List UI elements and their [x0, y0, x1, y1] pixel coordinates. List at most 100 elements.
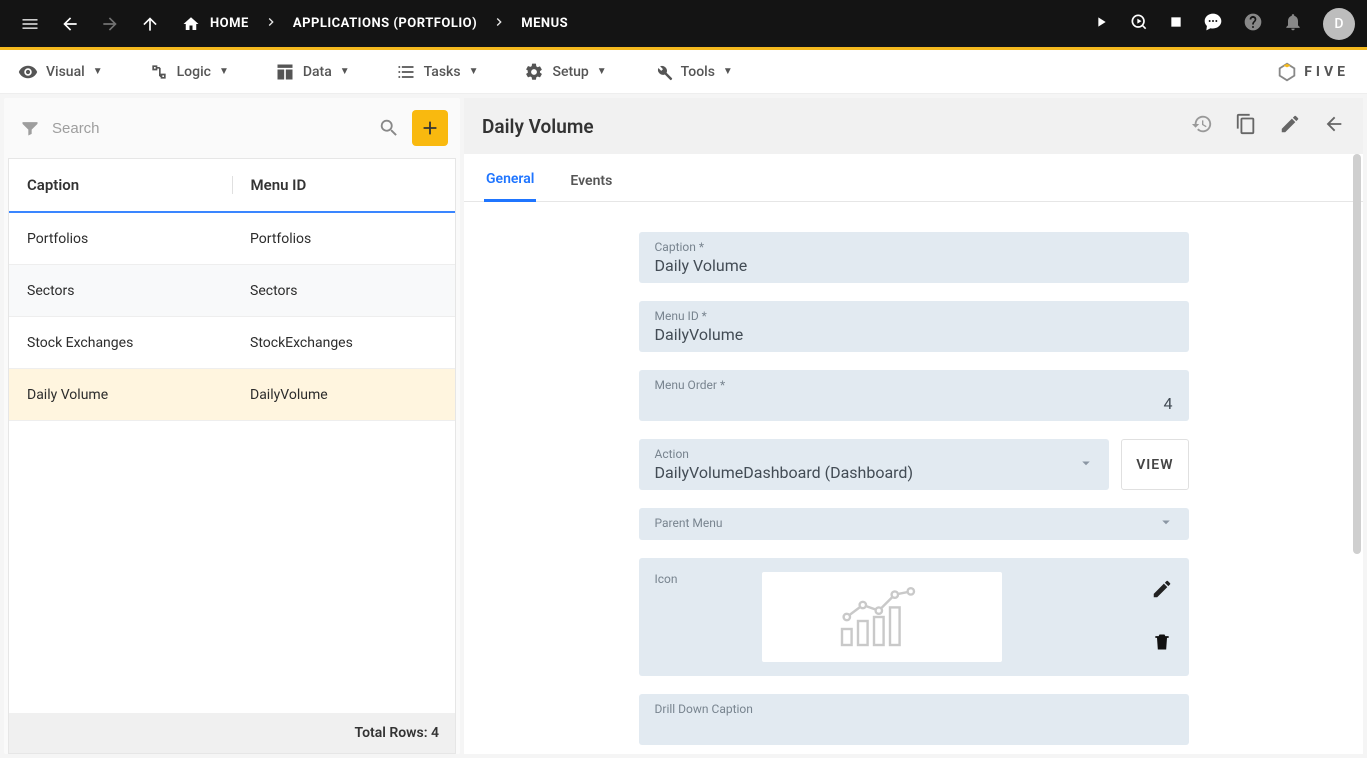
- breadcrumb-home[interactable]: HOME: [172, 15, 259, 33]
- field-label: Caption *: [655, 240, 1173, 254]
- cell-caption: Portfolios: [9, 231, 232, 247]
- drilldown-field[interactable]: Drill Down Caption: [639, 694, 1189, 745]
- chevron-down-icon: [1157, 513, 1175, 535]
- grid-footer: Total Rows: 4: [9, 713, 455, 753]
- cell-caption: Stock Exchanges: [9, 335, 232, 351]
- col-header-menuid[interactable]: Menu ID: [233, 176, 456, 194]
- menubar-data[interactable]: Data▼: [275, 62, 350, 82]
- detail-tabs: General Events: [464, 154, 1363, 202]
- view-button-label: VIEW: [1136, 457, 1173, 473]
- field-value: 4: [655, 394, 1173, 413]
- breadcrumb-menus[interactable]: MENUS: [511, 16, 578, 31]
- table-row[interactable]: Portfolios Portfolios: [9, 213, 455, 265]
- add-button[interactable]: [412, 110, 448, 146]
- chevron-right-icon: [263, 14, 279, 34]
- brand-text: FIVE: [1304, 64, 1349, 80]
- menubar-tasks[interactable]: Tasks▼: [396, 62, 479, 82]
- parentmenu-field[interactable]: Parent Menu: [639, 508, 1189, 540]
- grid-body: Portfolios Portfolios Sectors Sectors St…: [9, 213, 455, 713]
- breadcrumb-home-label: HOME: [210, 16, 249, 31]
- dashboard-chart-icon: [834, 583, 930, 651]
- menubar-logic-label: Logic: [177, 64, 211, 80]
- history-icon[interactable]: [1191, 113, 1213, 139]
- menubar-setup[interactable]: Setup▼: [524, 62, 606, 82]
- list-panel: Caption Menu ID Portfolios Portfolios Se…: [4, 98, 460, 754]
- tab-general[interactable]: General: [484, 159, 536, 202]
- field-label: Parent Menu: [655, 516, 1173, 530]
- play-icon[interactable]: [1093, 14, 1109, 34]
- filter-icon[interactable]: [20, 118, 40, 138]
- field-value: [655, 718, 1173, 737]
- chat-icon[interactable]: [1203, 12, 1223, 36]
- menubar-tools[interactable]: Tools▼: [653, 62, 733, 82]
- bell-icon[interactable]: [1283, 12, 1303, 36]
- copy-icon[interactable]: [1235, 113, 1257, 139]
- delete-icon[interactable]: [1152, 632, 1172, 656]
- avatar-letter: D: [1334, 16, 1343, 32]
- cell-caption: Sectors: [9, 283, 232, 299]
- menubar-logic[interactable]: Logic▼: [149, 62, 229, 82]
- caption-field[interactable]: Caption * Daily Volume: [639, 232, 1189, 283]
- form-area: Caption * Daily Volume Menu ID * DailyVo…: [464, 202, 1363, 754]
- up-arrow-icon[interactable]: [132, 6, 168, 42]
- chevron-right-icon: [491, 14, 507, 34]
- field-label: Drill Down Caption: [655, 702, 1173, 716]
- cell-menuid: Sectors: [232, 283, 455, 299]
- page-title: Daily Volume: [482, 115, 594, 138]
- tab-events[interactable]: Events: [568, 161, 614, 201]
- menubar-tools-label: Tools: [681, 64, 715, 80]
- col-header-caption[interactable]: Caption: [9, 176, 233, 194]
- detail-header: Daily Volume: [464, 98, 1363, 154]
- cell-menuid: DailyVolume: [232, 387, 455, 403]
- scrollbar[interactable]: [1353, 154, 1361, 554]
- menu-grid: Caption Menu ID Portfolios Portfolios Se…: [8, 158, 456, 754]
- menubar-setup-label: Setup: [552, 64, 588, 80]
- icon-preview: [762, 572, 1002, 662]
- menubar-tasks-label: Tasks: [424, 64, 461, 80]
- field-value: DailyVolume: [655, 325, 1173, 344]
- avatar[interactable]: D: [1323, 8, 1355, 40]
- search-input[interactable]: [52, 120, 366, 137]
- menuid-field[interactable]: Menu ID * DailyVolume: [639, 301, 1189, 352]
- grid-header: Caption Menu ID: [9, 159, 455, 213]
- menubar-visual-label: Visual: [46, 64, 85, 80]
- field-label: Icon: [655, 572, 678, 586]
- edit-icon[interactable]: [1151, 578, 1173, 604]
- detail-panel: Daily Volume General Events Caption * Da…: [464, 98, 1363, 754]
- table-row[interactable]: Stock Exchanges StockExchanges: [9, 317, 455, 369]
- menubar-data-label: Data: [303, 64, 332, 80]
- top-nav-bar: HOME APPLICATIONS (PORTFOLIO) MENUS D: [0, 0, 1367, 47]
- view-button[interactable]: VIEW: [1121, 439, 1188, 490]
- search-icon[interactable]: [378, 117, 400, 139]
- chevron-down-icon: [1077, 454, 1095, 476]
- breadcrumb-applications-label: APPLICATIONS (PORTFOLIO): [293, 16, 477, 31]
- menuorder-field[interactable]: Menu Order * 4: [639, 370, 1189, 421]
- hamburger-icon[interactable]: [12, 6, 48, 42]
- cell-caption: Daily Volume: [9, 387, 232, 403]
- field-label: Menu ID *: [655, 309, 1173, 323]
- back-arrow-icon[interactable]: [52, 6, 88, 42]
- footer-label: Total Rows:: [355, 725, 428, 741]
- icon-field[interactable]: Icon: [639, 558, 1189, 676]
- search-row: [4, 98, 460, 158]
- brand-glyph-icon: [1276, 61, 1298, 83]
- brand-logo: FIVE: [1276, 61, 1349, 83]
- cell-menuid: StockExchanges: [232, 335, 455, 351]
- field-value: Daily Volume: [655, 256, 1173, 275]
- section-menubar: Visual▼ Logic▼ Data▼ Tasks▼ Setup▼ Tools…: [0, 50, 1367, 94]
- cell-menuid: Portfolios: [232, 231, 455, 247]
- workspace: Caption Menu ID Portfolios Portfolios Se…: [0, 94, 1367, 758]
- field-label: Menu Order *: [655, 378, 1173, 392]
- menubar-visual[interactable]: Visual▼: [18, 62, 103, 82]
- stop-icon[interactable]: [1169, 15, 1183, 33]
- table-row[interactable]: Sectors Sectors: [9, 265, 455, 317]
- breadcrumb-menus-label: MENUS: [521, 16, 568, 31]
- help-icon[interactable]: [1243, 12, 1263, 36]
- action-field[interactable]: Action DailyVolumeDashboard (Dashboard): [639, 439, 1110, 490]
- breadcrumb-applications[interactable]: APPLICATIONS (PORTFOLIO): [283, 16, 487, 31]
- forward-arrow-icon: [92, 6, 128, 42]
- back-icon[interactable]: [1323, 113, 1345, 139]
- edit-icon[interactable]: [1279, 113, 1301, 139]
- inspect-icon[interactable]: [1129, 12, 1149, 36]
- table-row[interactable]: Daily Volume DailyVolume: [9, 369, 455, 421]
